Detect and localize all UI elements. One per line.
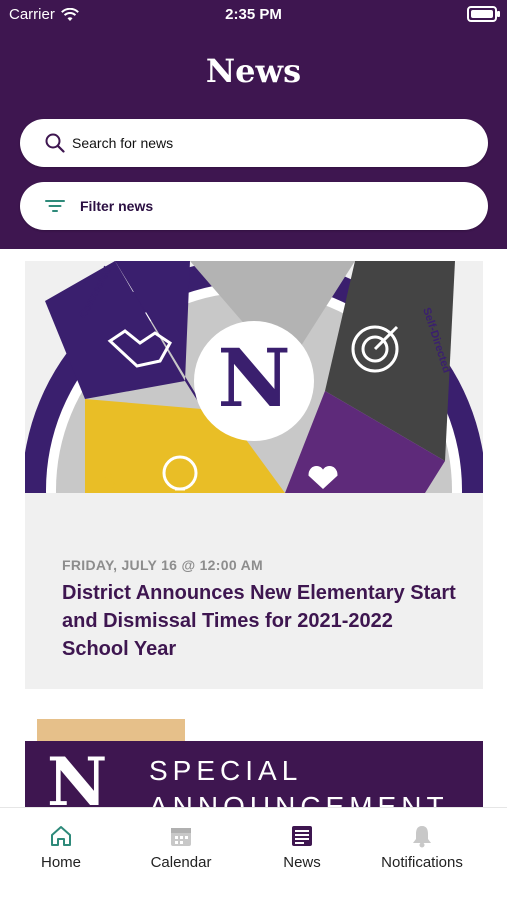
search-input[interactable]: Search for news — [20, 119, 488, 167]
tab-news-label: News — [283, 854, 321, 871]
tab-home-label: Home — [40, 854, 81, 871]
tab-notifications-label: Notifications — [381, 854, 463, 871]
status-time: 2:35 PM — [225, 6, 282, 23]
tab-calendar[interactable]: Calendar — [121, 824, 241, 871]
news-title[interactable]: District Announces New Elementary Start … — [62, 579, 462, 663]
search-icon — [44, 132, 66, 154]
page-title: News — [205, 52, 302, 90]
news-header: Carrier 2:35 PM News Search for news Fil… — [0, 0, 507, 249]
news-card-image: N Connected Self-Directed Stra — [25, 261, 483, 493]
status-bar: Carrier 2:35 PM — [0, 0, 507, 30]
tab-calendar-label: Calendar — [150, 854, 212, 871]
filter-icon — [44, 195, 66, 217]
filter-news-button[interactable]: Filter news — [20, 182, 488, 230]
home-icon — [1, 824, 121, 848]
special-announcement-banner: N SPECIAL ANNOUNCEMENT — [25, 741, 483, 807]
search-placeholder: Search for news — [72, 135, 174, 151]
tab-bar: Home Calendar News Notifications — [0, 807, 507, 901]
bell-icon — [362, 824, 482, 848]
news-list[interactable]: N Connected Self-Directed Stra FRIDAY, J… — [0, 249, 507, 807]
news-date: FRIDAY, JULY 16 @ 12:00 AM — [62, 557, 263, 573]
tab-notifications[interactable]: Notifications — [362, 824, 482, 871]
logo-letter: N — [217, 331, 290, 425]
tab-news[interactable]: News — [242, 824, 362, 871]
logo-letter: N — [47, 743, 108, 807]
news-card[interactable]: N SPECIAL ANNOUNCEMENT — [25, 719, 483, 807]
banner-line-1: SPECIAL — [149, 755, 303, 786]
news-card[interactable]: N Connected Self-Directed Stra FRIDAY, J… — [25, 261, 483, 689]
news-icon — [242, 824, 362, 848]
tab-home[interactable]: Home — [1, 824, 121, 871]
filter-label: Filter news — [80, 198, 154, 214]
battery-icon — [467, 6, 500, 22]
banner-line-2: ANNOUNCEMENT — [149, 791, 449, 807]
calendar-icon — [121, 824, 241, 848]
